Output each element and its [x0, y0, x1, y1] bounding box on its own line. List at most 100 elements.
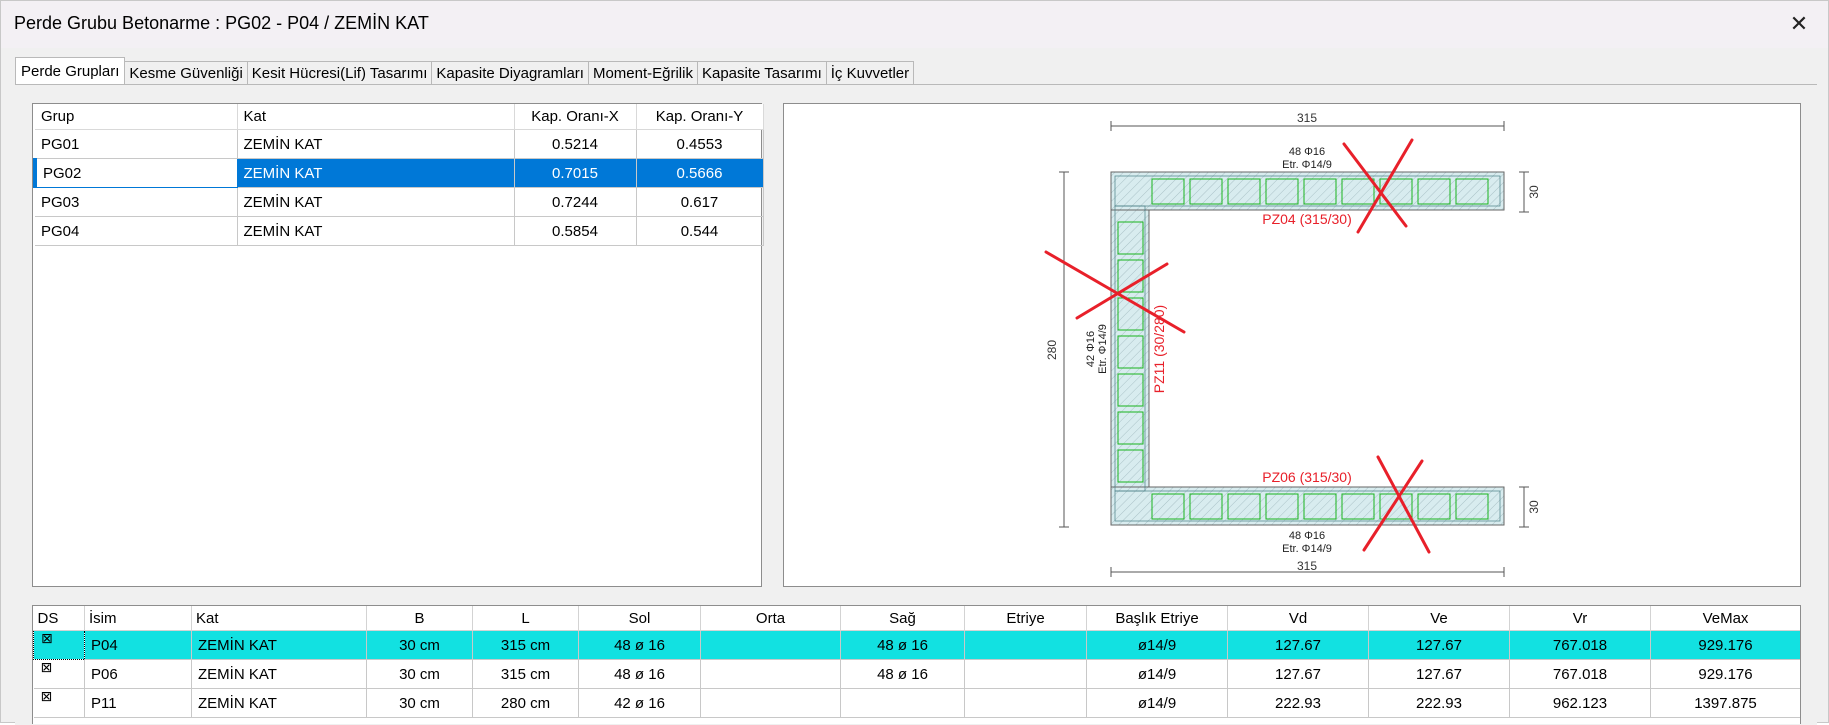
section-drawing: 315 315 280 30 30 48 Φ16 Etr. Φ14/9 PZ04…	[1044, 111, 1541, 577]
close-button[interactable]: ✕	[1770, 1, 1828, 47]
header-vemax[interactable]: VeMax	[1650, 606, 1800, 631]
cell-vr: 962.123	[1509, 688, 1651, 718]
cell-isim: P11	[84, 688, 192, 718]
header-sag[interactable]: Sağ	[840, 606, 965, 631]
header-vr[interactable]: Vr	[1509, 606, 1651, 631]
dialog-window: Perde Grubu Betonarme : PG02 - P04 / ZEM…	[0, 0, 1829, 725]
cell-ds[interactable]: ⊠	[33, 630, 85, 660]
top-rebar-label: 48 Φ16	[1289, 146, 1325, 158]
cell-kat: ZEMİN KAT	[191, 630, 367, 660]
header-etriye[interactable]: Etriye	[964, 606, 1087, 631]
left-wall-label: PZ11 (30/280)	[1151, 305, 1167, 393]
top-wall-label: PZ04 (315/30)	[1262, 211, 1352, 227]
dim-bottom-label: 315	[1297, 559, 1317, 573]
cell-b: 30 cm	[366, 630, 473, 660]
header-vd[interactable]: Vd	[1227, 606, 1369, 631]
cell-kat: ZEMİN KAT	[237, 216, 515, 246]
cell-vd: 222.93	[1227, 688, 1369, 718]
walls-grid[interactable]: DS İsim Kat B L Sol Orta Sağ Etriye Başl…	[32, 605, 1801, 724]
cell-kat: ZEMİN KAT	[237, 187, 515, 217]
cell-grup: PG02	[33, 158, 238, 188]
cell-vr: 767.018	[1509, 630, 1651, 660]
cell-kat: ZEMİN KAT	[191, 659, 367, 689]
cell-sol: 42 ø 16	[578, 688, 701, 718]
checkbox-icon[interactable]: ⊠	[41, 689, 53, 704]
cell-etriye	[964, 659, 1087, 689]
tab-kesit-hucresi[interactable]: Kesit Hücresi(Lif) Tasarımı	[246, 61, 433, 84]
groups-grid[interactable]: Grup Kat Kap. Oranı-X Kap. Oranı-Y PG01 …	[32, 103, 764, 587]
tab-moment-egrilik[interactable]: Moment-Eğrilik	[587, 61, 698, 84]
dim-right-bottom-label: 30	[1527, 500, 1541, 514]
table-row-selected[interactable]: ⊠ P04 ZEMİN KAT 30 cm 315 cm 48 ø 16 48 …	[33, 630, 1800, 660]
checkbox-icon[interactable]: ⊠	[41, 660, 53, 675]
table-row[interactable]: PG01 ZEMİN KAT 0.5214 0.4553	[35, 129, 764, 159]
cell-kat: ZEMİN KAT	[237, 158, 515, 188]
header-isim[interactable]: İsim	[84, 606, 192, 631]
cell-sag: 48 ø 16	[840, 630, 965, 660]
cell-l: 315 cm	[472, 630, 579, 660]
table-row[interactable]: PG04 ZEMİN KAT 0.5854 0.544	[35, 216, 764, 246]
cell-kap-x: 0.7015	[514, 158, 637, 188]
cell-l: 280 cm	[472, 688, 579, 718]
cell-vd: 127.67	[1227, 659, 1369, 689]
cell-grup: PG01	[35, 129, 238, 159]
tab-kapasite-diyagramlari[interactable]: Kapasite Diyagramları	[431, 61, 589, 84]
tab-strip: Perde Grupları Kesme Güvenliği Kesit Hüc…	[15, 57, 915, 84]
cell-kat: ZEMİN KAT	[237, 129, 515, 159]
checkbox-icon[interactable]: ⊠	[41, 632, 53, 646]
header-kap-orani-x[interactable]: Kap. Oranı-X	[514, 104, 637, 130]
title-bar[interactable]: Perde Grubu Betonarme : PG02 - P04 / ZEM…	[1, 1, 1828, 48]
cell-isim: P04	[84, 630, 192, 660]
cell-orta	[700, 659, 841, 689]
header-orta[interactable]: Orta	[700, 606, 841, 631]
cell-grup: PG03	[35, 187, 238, 217]
cell-orta	[700, 630, 841, 660]
bottom-wall-label: PZ06 (315/30)	[1262, 469, 1352, 485]
table-row-selected[interactable]: PG02 ZEMİN KAT 0.7015 0.5666	[33, 158, 764, 188]
section-drawing-panel[interactable]: 315 315 280 30 30 48 Φ16 Etr. Φ14/9 PZ04…	[783, 103, 1801, 587]
cell-l: 315 cm	[472, 659, 579, 689]
cell-kap-x: 0.5214	[514, 129, 637, 159]
close-icon: ✕	[1789, 11, 1809, 36]
stirrups	[1117, 178, 1489, 520]
cell-kap-y: 0.5666	[636, 158, 764, 188]
tab-kesme-guvenligi[interactable]: Kesme Güvenliği	[124, 61, 248, 84]
cell-sol: 48 ø 16	[578, 630, 701, 660]
header-baslik-etriye[interactable]: Başlık Etriye	[1086, 606, 1228, 631]
left-rebar-label: 42 Φ16	[1085, 331, 1097, 367]
cell-baslik-etriye: ø14/9	[1086, 659, 1228, 689]
cell-isim: P06	[84, 659, 192, 689]
cell-kap-y: 0.4553	[636, 129, 764, 159]
header-sol[interactable]: Sol	[578, 606, 701, 631]
cell-vemax: 929.176	[1650, 659, 1800, 689]
tab-ic-kuvvetler[interactable]: İç Kuvvetler	[825, 61, 915, 84]
cell-b: 30 cm	[366, 688, 473, 718]
cell-b: 30 cm	[366, 659, 473, 689]
header-l[interactable]: L	[472, 606, 579, 631]
cell-ds[interactable]: ⊠	[33, 659, 85, 689]
cell-vd: 127.67	[1227, 630, 1369, 660]
cell-vemax: 1397.875	[1650, 688, 1800, 718]
left-stirrup-label: Etr. Φ14/9	[1097, 324, 1109, 374]
table-row[interactable]: ⊠ P11 ZEMİN KAT 30 cm 280 cm 42 ø 16 ø14…	[33, 688, 1800, 718]
header-kat[interactable]: Kat	[237, 104, 515, 130]
groups-header-row: Grup Kat Kap. Oranı-X Kap. Oranı-Y	[35, 104, 764, 130]
table-row[interactable]: PG03 ZEMİN KAT 0.7244 0.617	[35, 187, 764, 217]
tab-perde-gruplari[interactable]: Perde Grupları	[15, 57, 126, 84]
cell-etriye	[964, 630, 1087, 660]
bottom-rebar-label: 48 Φ16	[1289, 530, 1325, 542]
header-kat[interactable]: Kat	[191, 606, 367, 631]
header-kap-orani-y[interactable]: Kap. Oranı-Y	[636, 104, 764, 130]
cell-kap-x: 0.7244	[514, 187, 637, 217]
table-row[interactable]: ⊠ P06 ZEMİN KAT 30 cm 315 cm 48 ø 16 48 …	[33, 659, 1800, 689]
header-ve[interactable]: Ve	[1368, 606, 1510, 631]
cell-kap-y: 0.544	[636, 216, 764, 246]
tab-kapasite-tasarimi[interactable]: Kapasite Tasarımı	[696, 61, 827, 84]
header-ds[interactable]: DS	[33, 606, 85, 631]
header-grup[interactable]: Grup	[35, 104, 238, 130]
window-title: Perde Grubu Betonarme : PG02 - P04 / ZEM…	[14, 13, 429, 33]
cell-ds[interactable]: ⊠	[33, 688, 85, 718]
cell-etriye	[964, 688, 1087, 718]
cell-baslik-etriye: ø14/9	[1086, 688, 1228, 718]
header-b[interactable]: B	[366, 606, 473, 631]
